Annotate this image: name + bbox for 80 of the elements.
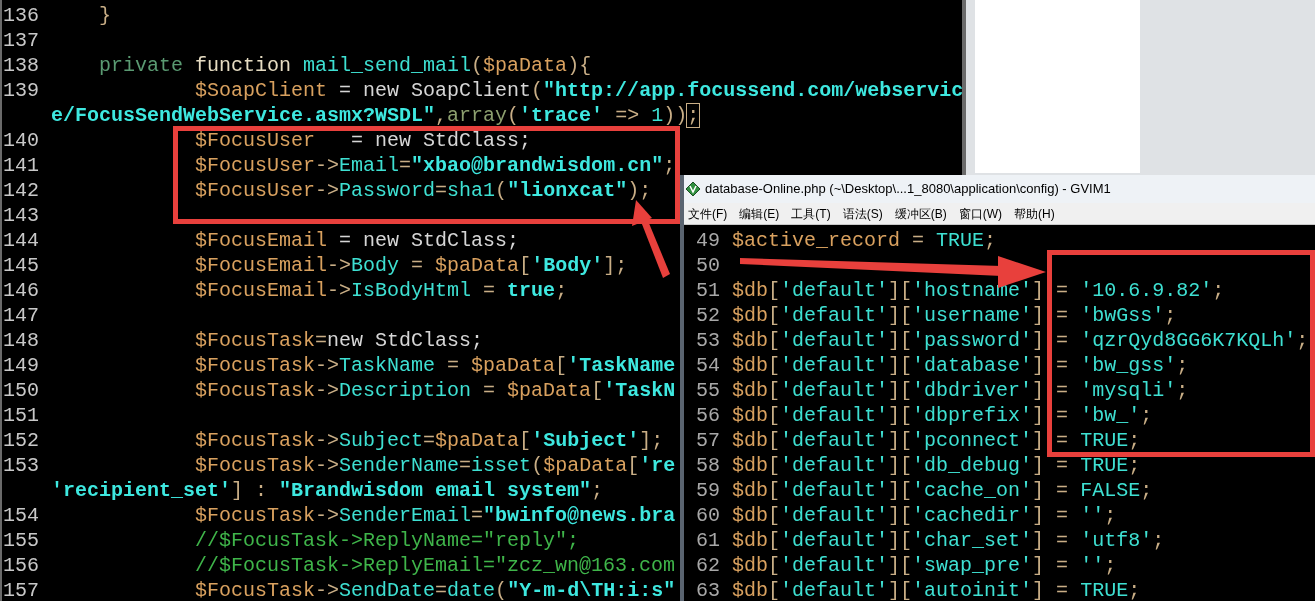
code-line: $FocusTask->Subject=$paData['Subject']; [194,428,664,453]
app-icon [685,181,701,197]
menu-item[interactable]: 编辑(E) [739,204,780,223]
line-number: 138 [3,53,39,78]
line-number: 141 [3,153,39,178]
code-line: $FocusTask->SenderEmail="bwinfo@news.bra [194,503,676,528]
line-number: 58 [695,453,720,478]
code-line: } [98,3,111,28]
line-number: 146 [3,278,39,303]
line-number: 51 [695,278,720,303]
line-number: 56 [695,403,720,428]
menu-item[interactable]: 窗口(W) [958,204,1002,223]
code-line: $FocusTask->Description = $paData['TaskN [194,378,676,403]
code-line: e/FocusSendWebService.asmx?WSDL",array('trace' => 1)); [51,103,700,128]
code-line: $db['default']['password'] = 'qzrQyd8GG6K7KQLh'; [732,328,1309,353]
code-line: $db['default']['db_debug'] = TRUE; [732,453,1141,478]
code-line: $SoapClient = new SoapClient("http://app.focussend.com/webservic [194,78,962,103]
code-line: $FocusTask->TaskName = $paData['TaskName [194,353,676,378]
line-number: 145 [3,253,39,278]
code-line: $db['default']['dbdriver'] = 'mysqli'; [732,378,1189,403]
code-line: $FocusUser = new StdClass; [194,128,532,153]
line-number: 57 [695,428,720,453]
line-number: 155 [3,528,39,553]
line-number: 49 [695,228,720,253]
line-number: 60 [695,503,720,528]
line-number: 142 [3,178,39,203]
code-line: $FocusTask->SendDate=date("Y-m-d\TH:i:s" [194,578,676,601]
line-number: 52 [695,303,720,328]
line-number: 157 [3,578,39,601]
line-number: 59 [695,478,720,503]
line-number: 150 [3,378,39,403]
line-number: 136 [3,3,39,28]
line-number: 61 [695,528,720,553]
line-number: 154 [3,503,39,528]
code-line: $FocusUser->Password=sha1("lionxcat"); [194,178,652,203]
code-line: $db['default']['hostname'] = '10.6.9.82'; [732,278,1225,303]
code-line: //$FocusTask->ReplyEmail="zcz_wn@163.com [194,553,676,578]
code-line: $FocusUser->Email="xbao@brandwisdom.cn"; [194,153,676,178]
code-line: private function mail_send_mail($paData){ [98,53,592,78]
line-number: 156 [3,553,39,578]
line-number: 140 [3,128,39,153]
code-line: $db['default']['swap_pre'] = ''; [732,553,1117,578]
code-line: $db['default']['autoinit'] = TRUE; [732,578,1141,601]
code-line: $db['default']['cachedir'] = ''; [732,503,1117,528]
line-number: 149 [3,353,39,378]
code-line: $FocusTask=new StdClass; [194,328,484,353]
code-line: $active_record = TRUE; [732,228,997,253]
code-line: $FocusEmail = new StdClass; [194,228,520,253]
menu-item[interactable]: 语法(S) [842,204,883,223]
code-line: 'recipient_set'] : "Brandwisdom email system"; [51,478,604,503]
code-line: //$FocusTask->ReplyName="reply"; [194,528,580,553]
line-number: 152 [3,428,39,453]
line-number: 54 [695,353,720,378]
code-line: $db['default']['char_set'] = 'utf8'; [732,528,1165,553]
line-number: 63 [695,578,720,601]
line-number: 151 [3,403,39,428]
code-line: $FocusTask->SenderName=isset($paData['re [194,453,676,478]
code-line: $db['default']['cache_on'] = FALSE; [732,478,1153,503]
code-line: $db['default']['pconnect'] = TRUE; [732,428,1141,453]
window-title: database-Online.php (~\Desktop\...1_8080\application\config) - GVIM1 [705,180,1111,199]
menu-item[interactable]: 缓冲区(B) [894,204,947,223]
line-number: 137 [3,28,39,53]
line-number: 139 [3,78,39,103]
code-line: $FocusEmail->IsBodyHtml = true; [194,278,568,303]
code-line: $db['default']['database'] = 'bw_gss'; [732,353,1189,378]
code-line: $db['default']['dbprefix'] = 'bw_'; [732,403,1153,428]
line-number: 55 [695,378,720,403]
menu-item[interactable]: 帮助(H) [1014,204,1055,223]
code-line: $FocusEmail->Body = $paData['Body']; [194,253,628,278]
line-number: 50 [695,253,720,278]
menu-item[interactable]: 文件(F) [688,204,728,223]
line-number: 144 [3,228,39,253]
menu-item[interactable]: 工具(T) [791,204,831,223]
line-number: 147 [3,303,39,328]
line-number: 53 [695,328,720,353]
code-line: $db['default']['username'] = 'bwGss'; [732,303,1177,328]
line-number: 143 [3,203,39,228]
line-number: 153 [3,453,39,478]
line-number: 62 [695,553,720,578]
line-number: 148 [3,328,39,353]
